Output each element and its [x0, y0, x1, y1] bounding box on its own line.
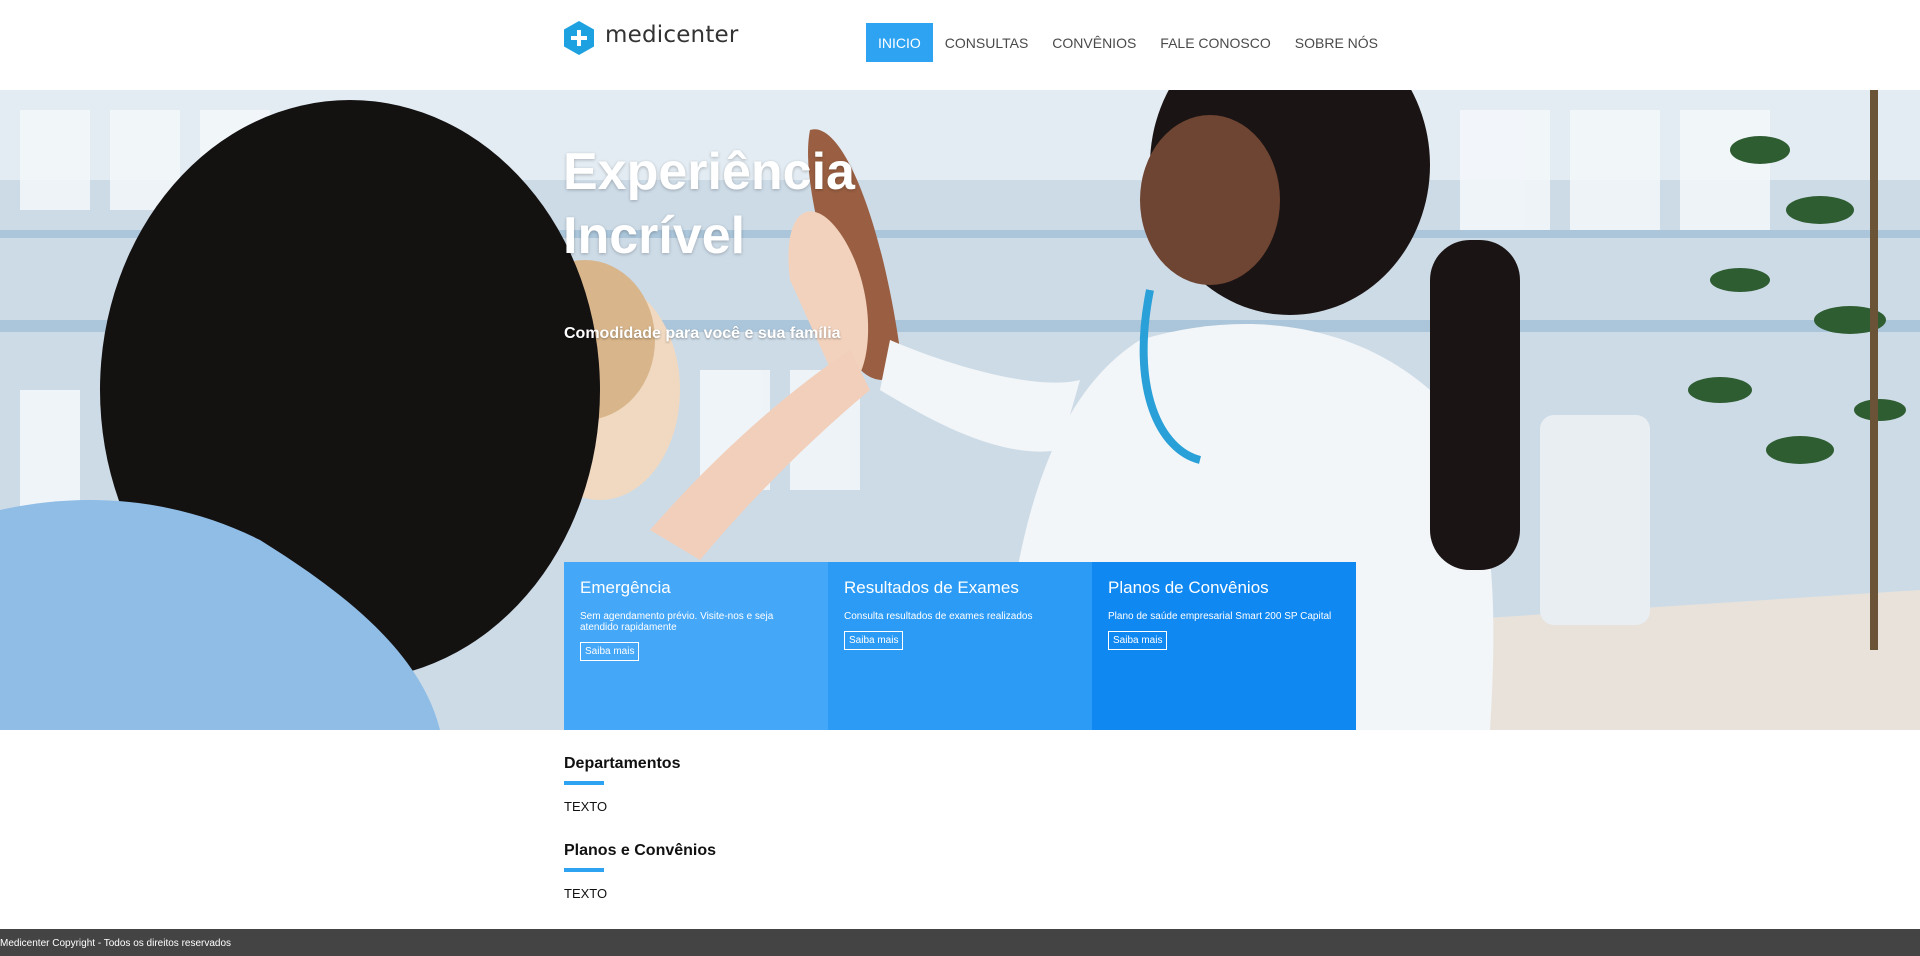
hero-subtitle: Comodidade para você e sua família	[564, 325, 841, 342]
section-planos-convenios: Planos e Convênios TEXTO	[564, 842, 716, 901]
card-resultados-exames: Resultados de Exames Consulta resultados…	[828, 562, 1092, 730]
brand-logo[interactable]: medicenter	[563, 20, 739, 56]
nav-item-inicio[interactable]: INICIO	[866, 23, 933, 62]
hero-title: Experiência Incrível	[563, 140, 963, 268]
saiba-mais-button[interactable]: Saiba mais	[1108, 631, 1168, 650]
section-title: Departamentos	[564, 755, 681, 772]
card-text: Consulta resultados de exames realizados	[844, 611, 1033, 622]
saiba-mais-button[interactable]: Saiba mais	[580, 642, 640, 661]
medical-cross-icon	[564, 21, 594, 55]
main-nav: INICIO CONSULTAS CONVÊNIOS FALE CONOSCO …	[866, 23, 1390, 62]
saiba-mais-button[interactable]: Saiba mais	[844, 631, 904, 650]
brand-name: medicenter	[605, 22, 739, 48]
card-text: Plano de saúde empresarial Smart 200 SP …	[1108, 611, 1332, 622]
card-emergencia: Emergência Sem agendamento prévio. Visit…	[564, 562, 828, 730]
section-underline	[564, 781, 604, 785]
hero-banner: Experiência Incrível Comodidade para voc…	[0, 90, 1920, 730]
nav-item-fale-conosco[interactable]: FALE CONOSCO	[1148, 23, 1282, 62]
section-text: TEXTO	[564, 799, 608, 814]
section-underline	[564, 868, 604, 872]
card-title: Emergência	[580, 578, 671, 597]
nav-item-consultas[interactable]: CONSULTAS	[933, 23, 1041, 62]
nav-item-sobre-nos[interactable]: SOBRE NÓS	[1283, 23, 1390, 62]
card-text: Sem agendamento prévio. Visite-nos e sej…	[580, 611, 774, 633]
card-planos-convenios: Planos de Convênios Plano de saúde empre…	[1092, 562, 1356, 730]
site-header: medicenter INICIO CONSULTAS CONVÊNIOS FA…	[0, 0, 1920, 90]
card-title: Planos de Convênios	[1108, 578, 1269, 597]
feature-cards: Emergência Sem agendamento prévio. Visit…	[564, 562, 1356, 730]
section-text: TEXTO	[564, 886, 608, 901]
site-footer: Medicenter Copyright - Todos os direitos…	[0, 929, 1920, 956]
copyright-text: Medicenter Copyright - Todos os direitos…	[0, 938, 232, 949]
nav-item-convenios[interactable]: CONVÊNIOS	[1040, 23, 1148, 62]
section-departamentos: Departamentos TEXTO	[564, 755, 680, 814]
section-title: Planos e Convênios	[564, 842, 717, 859]
hero-title-line1: Experiência	[563, 143, 855, 201]
hero-title-line2: Incrível	[563, 207, 746, 265]
card-title: Resultados de Exames	[844, 578, 1019, 597]
